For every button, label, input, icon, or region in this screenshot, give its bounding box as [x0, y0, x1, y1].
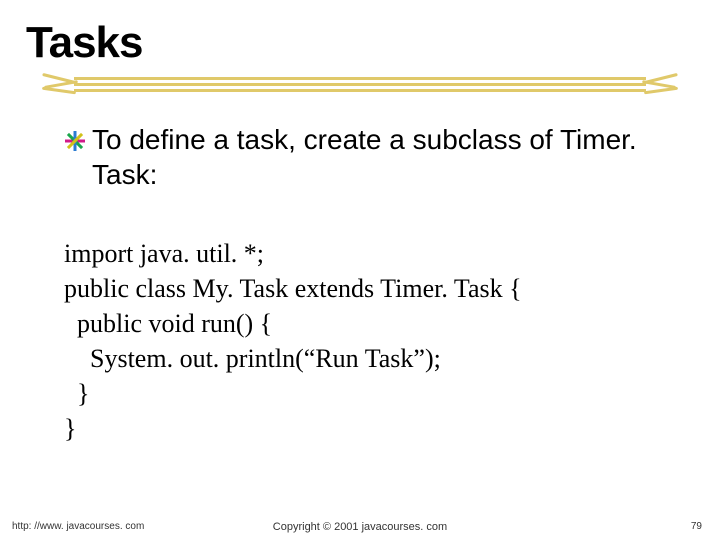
- footer-url: http: //www. javacourses. com: [12, 521, 144, 532]
- bullet-item: To define a task, create a subclass of T…: [64, 122, 676, 192]
- code-line: System. out. println(“Run Task”);: [64, 341, 686, 376]
- bullet-text: To define a task, create a subclass of T…: [92, 122, 676, 192]
- slide-footer: http: //www. javacourses. com Copyright …: [0, 521, 720, 532]
- code-line: public void run() {: [64, 306, 686, 341]
- bullet-list: To define a task, create a subclass of T…: [64, 122, 676, 192]
- code-line: }: [64, 411, 686, 446]
- decorative-divider: [34, 74, 686, 100]
- code-line: }: [64, 376, 686, 411]
- code-line: public class My. Task extends Timer. Tas…: [64, 271, 686, 306]
- footer-page-number: 79: [691, 521, 702, 532]
- starburst-bullet-icon: [64, 130, 86, 152]
- slide-title: Tasks: [26, 18, 686, 68]
- code-block: import java. util. *; public class My. T…: [64, 236, 686, 447]
- slide: Tasks To define a task, create a subclas…: [0, 0, 720, 540]
- code-line: import java. util. *;: [64, 236, 686, 271]
